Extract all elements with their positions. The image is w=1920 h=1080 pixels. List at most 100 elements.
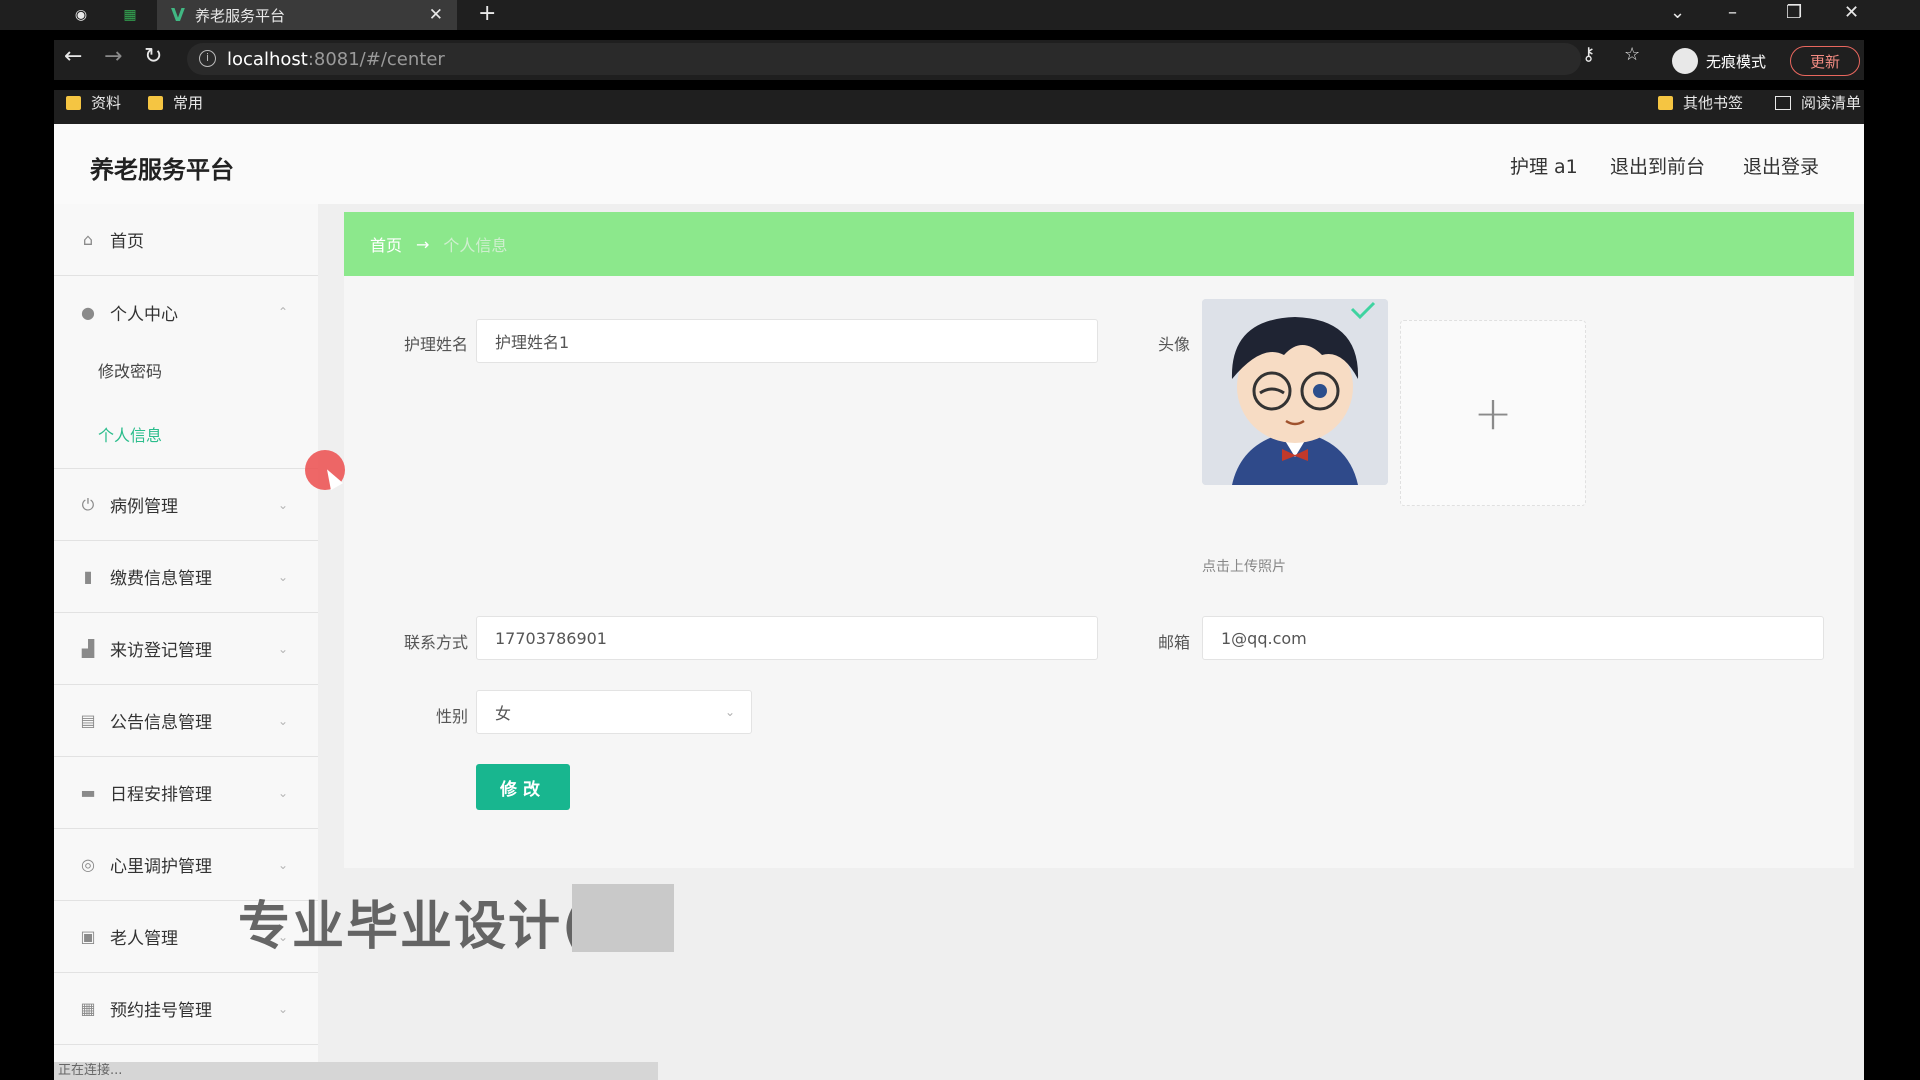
- reading-list-icon: [1775, 95, 1791, 110]
- site-info-icon[interactable]: i: [199, 50, 216, 67]
- password-key-icon[interactable]: ⚷: [1582, 44, 1595, 65]
- sidebar-item-label: 缴费信息管理: [110, 569, 212, 589]
- folder-icon: [66, 95, 81, 110]
- plus-icon: +: [1473, 386, 1513, 440]
- back-icon[interactable]: ←: [64, 44, 82, 69]
- other-bookmarks[interactable]: 其他书签: [1658, 92, 1743, 113]
- page-viewport: 养老服务平台 护理 a1 退出到前台 退出登录 ⌂ 首页 ● 个人中心 ⌃ 修改密码…: [54, 124, 1864, 1080]
- sidebar-item-visit[interactable]: ▟ 来访登记管理 ⌄: [54, 613, 318, 685]
- bookmark-label: 资料: [91, 94, 122, 112]
- user-icon: ●: [81, 302, 95, 322]
- sidebar-item-personal-center[interactable]: ● 个人中心 ⌃: [54, 276, 318, 348]
- document-icon: ▣: [80, 927, 96, 946]
- sidebar-item-payment[interactable]: ▮ 缴费信息管理 ⌄: [54, 541, 318, 613]
- app-header: 养老服务平台 护理 a1 退出到前台 退出登录: [54, 124, 1864, 204]
- breadcrumb: 首页 → 个人信息: [344, 212, 1854, 276]
- avatar-upload-button[interactable]: +: [1400, 320, 1586, 506]
- logout-link[interactable]: 退出登录: [1743, 152, 1819, 179]
- sidebar-item-notice[interactable]: ▤ 公告信息管理 ⌄: [54, 685, 318, 757]
- sidebar-subitem-change-password[interactable]: 修改密码: [98, 358, 162, 382]
- browser-status-bar: 正在连接...: [54, 1062, 658, 1080]
- sidebar-item-label: 病例管理: [110, 497, 178, 517]
- sidebar-item-schedule[interactable]: ▬ 日程安排管理 ⌄: [54, 757, 318, 829]
- folder-icon: [1658, 95, 1673, 110]
- incognito-label: 无痕模式: [1706, 52, 1767, 71]
- chevron-down-icon: ⌄: [277, 1001, 288, 1016]
- upload-tip: 点击上传照片: [1202, 559, 1286, 575]
- other-bookmarks-label: 其他书签: [1683, 94, 1744, 112]
- sidebar-subitem-personal-info[interactable]: 个人信息: [98, 422, 162, 446]
- bookmark-label: 常用: [173, 94, 204, 112]
- bookmark-folder-changyong[interactable]: 常用: [148, 92, 203, 113]
- reload-icon[interactable]: ↻: [144, 44, 162, 69]
- forward-icon[interactable]: →: [104, 44, 122, 69]
- phone-field[interactable]: 17703786901: [476, 616, 1098, 660]
- email-field[interactable]: 1@qq.com: [1202, 616, 1824, 660]
- name-field[interactable]: 护理姓名1: [476, 319, 1098, 363]
- sidebar-item-label: 日程安排管理: [110, 785, 212, 805]
- chevron-down-icon: ⌄: [277, 641, 288, 656]
- briefcase-icon: ▬: [80, 783, 96, 802]
- power-icon: ⏻: [81, 494, 95, 514]
- home-icon: ⌂: [82, 230, 94, 249]
- breadcrumb-home[interactable]: 首页: [370, 232, 402, 256]
- chevron-up-icon: ⌃: [277, 305, 288, 319]
- minimize-icon[interactable]: –: [1728, 2, 1737, 23]
- gender-select[interactable]: 女 ⌄: [476, 690, 752, 734]
- reading-list[interactable]: 阅读清单: [1775, 92, 1861, 113]
- sidebar-item-label: 公告信息管理: [110, 713, 212, 733]
- browser-tab-active[interactable]: V 养老服务平台 ✕: [157, 0, 457, 30]
- avatar-portrait: [1202, 299, 1388, 485]
- sidebar-item-label: 个人中心: [110, 304, 178, 325]
- tab-search-icon[interactable]: ⌄: [1670, 2, 1685, 23]
- sidebar-item-label: 老人管理: [110, 929, 178, 949]
- bookmarks-bar: [54, 90, 1864, 124]
- sidebar-item-label: 首页: [110, 232, 144, 252]
- sidebar-item-label: 心里调护管理: [110, 857, 212, 877]
- avatar-label: 头像: [1157, 335, 1190, 354]
- update-label: 更新: [1809, 52, 1840, 71]
- url-path: :8081/#/center: [307, 48, 445, 70]
- submit-button[interactable]: 修改: [476, 764, 570, 810]
- book-icon: ▮: [83, 567, 93, 586]
- video-watermark: 专业毕业设计(: [238, 897, 588, 957]
- update-button[interactable]: 更新: [1790, 46, 1860, 76]
- name-label: 护理姓名: [403, 335, 468, 354]
- grid-icon: ▦: [80, 999, 96, 1018]
- breadcrumb-arrow-icon: →: [416, 234, 430, 254]
- globe-icon: ◎: [81, 855, 95, 874]
- new-tab-icon[interactable]: +: [478, 1, 496, 26]
- sidebar-item-home[interactable]: ⌂ 首页: [54, 204, 318, 276]
- avatar[interactable]: [1202, 299, 1388, 485]
- chevron-down-icon: ⌄: [277, 785, 288, 800]
- reading-list-label: 阅读清单: [1801, 94, 1862, 112]
- incognito-indicator[interactable]: 无痕模式: [1672, 48, 1766, 74]
- chevron-down-icon: ⌄: [277, 713, 288, 728]
- sidebar-item-label: 来访登记管理: [110, 641, 212, 661]
- window-close-icon[interactable]: ✕: [1844, 2, 1859, 23]
- chevron-down-icon: ⌄: [277, 857, 288, 872]
- chevron-down-icon: ⌄: [277, 569, 288, 584]
- gender-label: 性别: [435, 707, 468, 726]
- bookmark-folder-ziliao[interactable]: 资料: [66, 92, 121, 113]
- sidebar-item-label: 预约挂号管理: [110, 1001, 212, 1021]
- to-front-link[interactable]: 退出到前台: [1610, 152, 1705, 179]
- gender-value: 女: [495, 704, 512, 723]
- sidebar-item-appointment[interactable]: ▦ 预约挂号管理 ⌄: [54, 973, 318, 1045]
- name-value: 护理姓名1: [495, 333, 570, 352]
- vue-logo-icon: V: [171, 4, 185, 26]
- address-bar[interactable]: i localhost:8081/#/center: [187, 43, 1581, 75]
- main-content-panel: [344, 212, 1854, 868]
- submit-label: 修改: [500, 779, 546, 800]
- phone-label: 联系方式: [403, 633, 468, 652]
- current-user: 护理 a1: [1510, 156, 1578, 178]
- restore-icon[interactable]: ❐: [1786, 2, 1802, 23]
- bar-chart-icon: ▟: [81, 639, 95, 658]
- bookmark-star-icon[interactable]: ☆: [1624, 44, 1640, 65]
- chevron-down-icon: ⌄: [277, 497, 288, 512]
- sidebar-item-case[interactable]: ⏻ 病例管理 ⌄: [54, 469, 318, 541]
- clipboard-icon: ▤: [80, 711, 96, 730]
- tab-close-icon[interactable]: ✕: [429, 5, 443, 25]
- sheets-tab-icon[interactable]: ▦: [119, 4, 141, 26]
- browser-menu-icon[interactable]: ◉: [70, 4, 92, 26]
